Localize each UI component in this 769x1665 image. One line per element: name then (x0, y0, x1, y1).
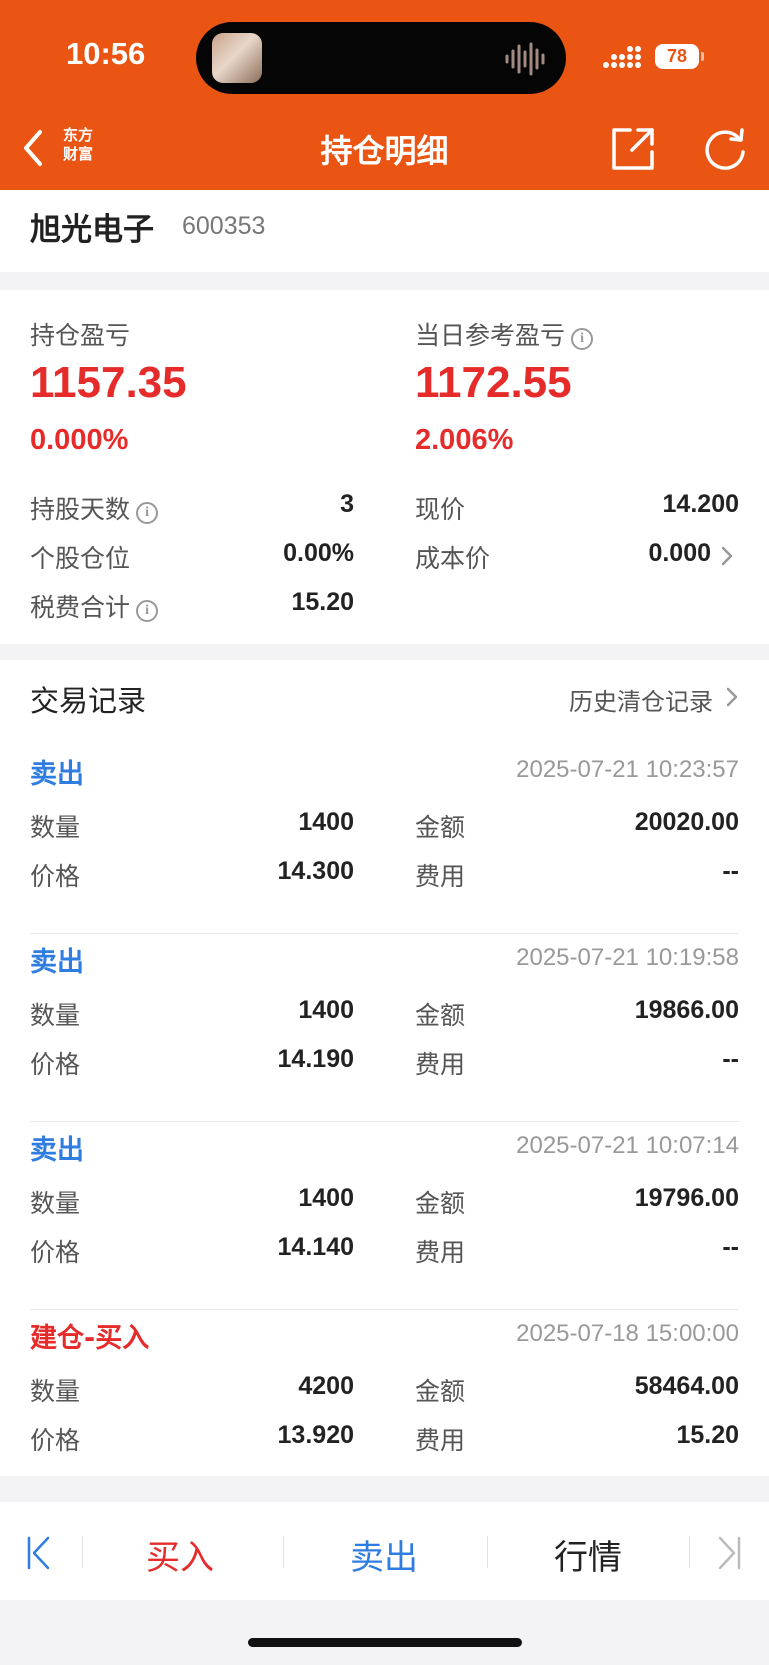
trade-qty: 4200 (298, 1372, 354, 1400)
daily-pnl-percent: 2.006% (415, 424, 514, 456)
trade-price: 13.920 (277, 1421, 354, 1449)
position-summary-card: 持仓盈亏 1157.35 0.000% 当日参考盈亏 i 1172.55 2.00… (0, 290, 769, 644)
divider (82, 1536, 83, 1568)
info-icon[interactable]: i (136, 502, 159, 524)
price-label: 价格 (30, 862, 81, 891)
trade-time: 2025-07-21 10:07:14 (516, 1132, 739, 1159)
trade-fee: -- (722, 1233, 739, 1261)
divider (283, 1536, 284, 1568)
trade-qty: 1400 (298, 808, 354, 836)
cost-price-value[interactable]: 0.000 (648, 539, 711, 568)
cellular-signal-icon (603, 46, 641, 68)
home-indicator[interactable] (248, 1638, 522, 1647)
fee-label: 费用 (415, 1050, 466, 1079)
trade-amount: 19796.00 (634, 1184, 739, 1212)
trade-fee: -- (722, 857, 739, 885)
trade-price: 14.300 (277, 857, 354, 885)
chevron-right-icon[interactable] (720, 545, 734, 567)
tax-label-wrap: 税费合计 i (30, 588, 159, 624)
hold-days-label: 持股天数 (30, 495, 131, 524)
trade-qty: 1400 (298, 1184, 354, 1212)
buy-button[interactable]: 买入 (100, 1530, 260, 1579)
qty-label: 数量 (30, 1189, 81, 1218)
trade-price: 14.190 (277, 1045, 354, 1073)
info-icon[interactable]: i (136, 600, 159, 622)
share-icon[interactable] (610, 126, 656, 172)
now-playing-thumbnail (212, 33, 262, 83)
trade-records-card: 交易记录 历史清仓记录 卖出 2025-07-21 10:23:57 数量 14… (0, 660, 769, 1476)
history-clearance-link[interactable]: 历史清仓记录 (569, 682, 713, 717)
trade-fee: -- (722, 1045, 739, 1073)
trade-type: 卖出 (30, 947, 84, 978)
cost-price-label[interactable]: 成本价 (415, 539, 490, 575)
section-title: 交易记录 (30, 684, 147, 718)
fee-label: 费用 (415, 1238, 466, 1267)
app-header: 10:56 78 东方 财富 持仓明细 (0, 0, 769, 190)
price-label: 价格 (30, 1050, 81, 1079)
dynamic-island[interactable] (196, 22, 566, 94)
trade-price: 14.140 (277, 1233, 354, 1261)
trade-type: 卖出 (30, 759, 84, 790)
trade-time: 2025-07-21 10:23:57 (516, 756, 739, 783)
position-pnl-label: 持仓盈亏 (30, 321, 131, 350)
qty-label: 数量 (30, 1001, 81, 1030)
price-label: 价格 (30, 1238, 81, 1267)
daily-pnl-value: 1172.55 (415, 358, 572, 407)
trade-fee: 15.20 (676, 1421, 739, 1449)
trade-time: 2025-07-18 15:00:00 (516, 1320, 739, 1347)
audio-waveform-icon (505, 42, 545, 76)
chevron-right-icon[interactable] (725, 686, 739, 708)
battery-indicator: 78 (655, 44, 704, 69)
daily-pnl-label-wrap: 当日参考盈亏 i (415, 316, 594, 352)
trade-amount: 58464.00 (634, 1372, 739, 1400)
position-pnl-value: 1157.35 (30, 358, 187, 407)
amount-label: 金额 (415, 1189, 466, 1218)
current-price-value: 14.200 (662, 490, 739, 518)
last-page-icon[interactable] (716, 1536, 742, 1570)
trade-type: 卖出 (30, 1135, 84, 1166)
position-ratio-label: 个股仓位 (30, 544, 131, 573)
trade-type: 建仓-买入 (30, 1323, 150, 1354)
tax-label: 税费合计 (30, 593, 131, 622)
daily-pnl-label: 当日参考盈亏 (415, 321, 566, 350)
trade-time: 2025-07-21 10:19:58 (516, 944, 739, 971)
hold-days-label-wrap: 持股天数 i (30, 490, 159, 526)
hold-days-value: 3 (340, 490, 354, 518)
trade-record[interactable]: 建仓-买入 2025-07-18 15:00:00 数量 4200 价格 13.… (0, 1310, 769, 1498)
market-button[interactable]: 行情 (508, 1530, 668, 1579)
first-page-icon[interactable] (26, 1536, 52, 1570)
status-time: 10:56 (66, 36, 146, 71)
stock-header: 旭光电子 600353 (0, 190, 769, 272)
price-label: 价格 (30, 1426, 81, 1455)
trade-amount: 20020.00 (634, 808, 739, 836)
refresh-icon[interactable] (702, 126, 748, 172)
amount-label: 金额 (415, 813, 466, 842)
trade-record[interactable]: 卖出 2025-07-21 10:19:58 数量 1400 价格 14.190… (0, 934, 769, 1122)
position-ratio-value: 0.00% (283, 539, 354, 567)
trade-amount: 19866.00 (634, 996, 739, 1024)
amount-label: 金额 (415, 1377, 466, 1406)
amount-label: 金额 (415, 1001, 466, 1030)
divider (689, 1536, 690, 1568)
qty-label: 数量 (30, 813, 81, 842)
info-icon[interactable]: i (571, 328, 594, 350)
trade-record[interactable]: 卖出 2025-07-21 10:07:14 数量 1400 价格 14.140… (0, 1122, 769, 1310)
current-price-label: 现价 (415, 495, 466, 524)
stock-code: 600353 (182, 212, 266, 240)
qty-label: 数量 (30, 1377, 81, 1406)
sell-button[interactable]: 卖出 (304, 1530, 464, 1579)
trade-qty: 1400 (298, 996, 354, 1024)
fee-label: 费用 (415, 1426, 466, 1455)
tax-value: 15.20 (291, 588, 354, 616)
position-pnl-percent: 0.000% (30, 424, 129, 456)
bottom-action-bar: 买入 卖出 行情 (0, 1502, 769, 1600)
divider (487, 1536, 488, 1568)
fee-label: 费用 (415, 862, 466, 891)
stock-name: 旭光电子 (30, 212, 154, 248)
trade-record[interactable]: 卖出 2025-07-21 10:23:57 数量 1400 价格 14.300… (0, 746, 769, 934)
